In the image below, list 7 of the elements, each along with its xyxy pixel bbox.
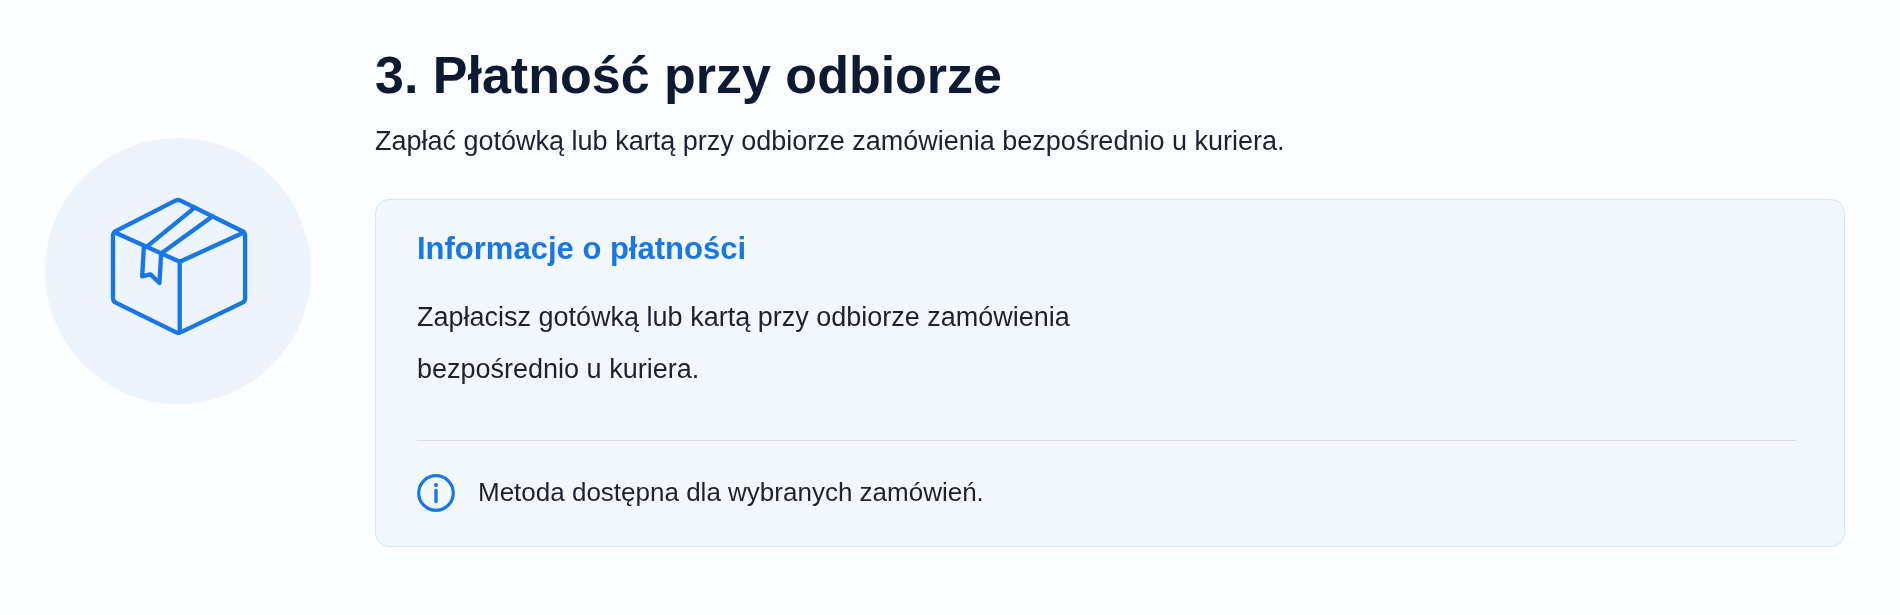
section-description: Zapłać gotówką lub kartą przy odbiorze zamówienia bezpośrednio u kuriera. (375, 125, 1286, 159)
note-text: Metoda dostępna dla wybranych zamówień. (478, 476, 984, 510)
card-text: Zapłacisz gotówką lub kartą przy odbiorze zamówienia bezpośrednio u kuriera. (417, 301, 1071, 387)
card-title: Informacje o płatności (417, 230, 747, 269)
package-icon (45, 138, 311, 404)
section-title: 3. Płatność przy odbiorze (375, 45, 1004, 106)
info-icon (417, 474, 455, 513)
